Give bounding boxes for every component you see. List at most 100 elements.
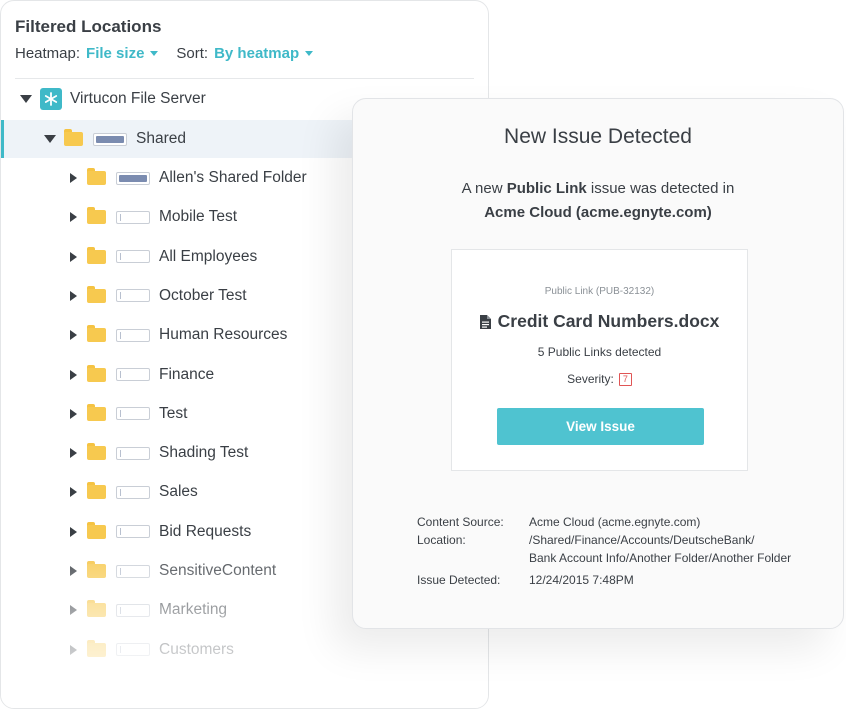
caret-right-icon[interactable] (70, 448, 77, 459)
folder-icon (87, 639, 106, 657)
folder-icon (87, 482, 106, 500)
desc-prefix: A new (461, 180, 507, 197)
heatmap-bar (116, 643, 150, 657)
folder-label: All Employees (159, 247, 258, 265)
chevron-down-icon (305, 51, 314, 56)
meta-key (417, 549, 529, 567)
folder-icon (87, 600, 106, 618)
tree-node-folder[interactable]: Customers (1, 631, 488, 669)
heatmap-bar (93, 132, 127, 146)
heatmap-bar (116, 446, 150, 460)
folder-label: Bid Requests (159, 522, 252, 540)
folder-label: October Test (159, 286, 247, 304)
heatmap-bar (116, 289, 150, 303)
caret-right-icon[interactable] (70, 290, 77, 301)
meta-key: Content Source: (417, 515, 504, 529)
folder-label: Customers (159, 640, 234, 658)
folder-icon (87, 364, 106, 382)
meta-value: Bank Account Info/Another Folder/Another… (529, 551, 792, 565)
heatmap-bar (116, 250, 150, 264)
folder-label: Marketing (159, 601, 228, 619)
panel-title: Filtered Locations (15, 17, 162, 36)
caret-down-icon[interactable] (44, 135, 56, 143)
divider (15, 78, 474, 79)
links-detected: 5 Public Links detected (537, 345, 662, 359)
meta-row-content-source: Content Source: Acme Cloud (acme.egnyte.… (417, 513, 829, 531)
issue-detected-card: New Issue Detected A new Public Link iss… (352, 98, 844, 629)
virtucon-server-icon (40, 88, 62, 110)
issue-type: Public Link (506, 180, 587, 197)
issue-detail-card: Public Link (PUB-32132) Credit Card Numb… (451, 249, 748, 471)
meta-row-location-cont: Bank Account Info/Another Folder/Another… (417, 549, 829, 567)
heatmap-dropdown[interactable]: File size (86, 45, 159, 62)
view-issue-button[interactable]: View Issue (497, 408, 704, 445)
folder-label: Test (159, 404, 188, 422)
heatmap-bar (116, 407, 150, 421)
folder-label: SensitiveContent (159, 562, 277, 579)
folder-icon (87, 168, 106, 185)
meta-value: 12/24/2015 7:48PM (529, 573, 634, 587)
folder-icon (87, 285, 106, 303)
folder-label: Shading Test (159, 444, 249, 462)
severity-badge: 7 (618, 372, 632, 386)
caret-right-icon[interactable] (70, 251, 77, 262)
caret-right-icon[interactable] (70, 487, 77, 498)
folder-icon (87, 561, 106, 578)
meta-key: Location: (417, 533, 466, 547)
desc-suffix: issue was detected in (586, 180, 735, 197)
heatmap-bar (116, 328, 150, 342)
folder-label: Sales (159, 483, 198, 501)
caret-right-icon[interactable] (70, 605, 77, 616)
caret-right-icon[interactable] (70, 408, 77, 419)
meta-row-issue-detected: Issue Detected: 12/24/2015 7:48PM (417, 571, 829, 589)
meta-value: Acme Cloud (acme.egnyte.com) (529, 515, 701, 529)
issue-source: Acme Cloud (acme.egnyte.com) (484, 204, 712, 221)
folder-icon (87, 521, 106, 539)
folder-label: Mobile Test (159, 208, 238, 226)
folder-label: Shared (136, 130, 186, 147)
folder-icon (87, 246, 106, 264)
folder-icon (87, 403, 106, 421)
caret-right-icon[interactable] (70, 173, 77, 183)
meta-key: Issue Detected: (417, 573, 501, 587)
meta-value: /Shared/Finance/Accounts/DeutscheBank/ (529, 533, 755, 547)
heatmap-bar (116, 525, 150, 539)
folder-icon (64, 129, 83, 146)
sort-label: Sort: (176, 45, 209, 62)
chevron-down-icon (150, 51, 159, 56)
heatmap-bar (116, 210, 150, 224)
folder-label: Finance (159, 365, 215, 383)
sort-dropdown[interactable]: By heatmap (214, 45, 314, 62)
file-name: Credit Card Numbers.docx (452, 311, 747, 332)
folder-icon (87, 325, 106, 343)
heatmap-bar (116, 485, 150, 499)
severity: Severity: 7 (452, 372, 747, 386)
caret-right-icon[interactable] (70, 369, 77, 380)
caret-down-icon[interactable] (20, 95, 32, 103)
folder-icon (87, 207, 106, 225)
issue-metadata: Content Source: Acme Cloud (acme.egnyte.… (417, 513, 829, 589)
heatmap-bar (116, 171, 150, 185)
folder-label: Human Resources (159, 326, 288, 344)
issue-title: New Issue Detected (504, 125, 692, 148)
public-link-id: Public Link (PUB-32132) (544, 286, 655, 297)
caret-right-icon[interactable] (70, 566, 77, 576)
heatmap-bar (116, 368, 150, 381)
sort-dropdown-value: By heatmap (214, 45, 300, 62)
caret-right-icon[interactable] (70, 212, 77, 223)
folder-label: Allen's Shared Folder (159, 169, 307, 186)
caret-right-icon[interactable] (70, 526, 77, 537)
heatmap-bar (116, 603, 150, 617)
heatmap-bar (116, 564, 150, 578)
meta-row-location: Location: /Shared/Finance/Accounts/Deuts… (417, 531, 829, 549)
heatmap-label: Heatmap: (15, 45, 81, 62)
file-name-text: Credit Card Numbers.docx (497, 311, 720, 331)
severity-label: Severity: (567, 372, 614, 386)
caret-right-icon[interactable] (70, 330, 77, 341)
heatmap-dropdown-value: File size (86, 45, 145, 62)
folder-icon (87, 443, 106, 461)
issue-description: A new Public Link issue was detected in … (393, 177, 803, 225)
document-icon (479, 314, 491, 329)
caret-right-icon[interactable] (70, 644, 77, 655)
filter-controls: Heatmap: File size Sort: By heatmap (15, 45, 314, 62)
